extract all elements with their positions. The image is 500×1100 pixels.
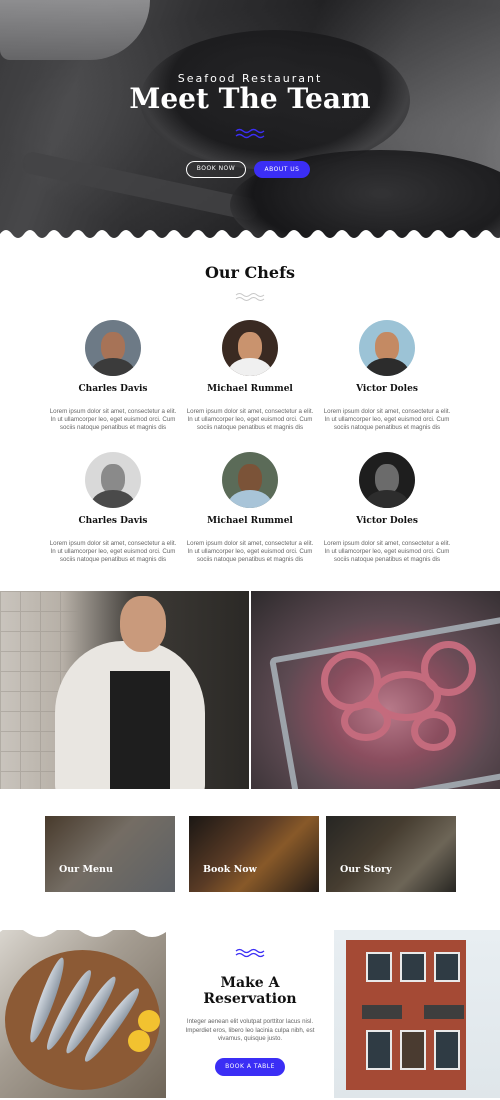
chef-avatar: [85, 452, 141, 508]
chef-bio: Lorem ipsum dolor sit amet, consectetur …: [186, 540, 314, 563]
about-us-button[interactable]: ABOUT US: [254, 161, 310, 178]
chef-name: Victor Doles: [356, 384, 418, 394]
book-now-card[interactable]: Book Now: [189, 816, 319, 892]
our-menu-card[interactable]: Our Menu: [45, 816, 175, 892]
chef-bio: Lorem ipsum dolor sit amet, consectetur …: [323, 408, 451, 431]
chef-avatar: [85, 320, 141, 376]
chef-bio: Lorem ipsum dolor sit amet, consectetur …: [323, 540, 451, 563]
chef-avatar: [359, 452, 415, 508]
chef-cooking-photo: [0, 591, 249, 789]
chef-card: Charles Davis Lorem ipsum dolor sit amet…: [48, 452, 178, 564]
book-a-table-button[interactable]: BOOK A TABLE: [215, 1058, 285, 1076]
wave-divider: [0, 230, 500, 246]
hero-title: Meet The Team: [129, 82, 371, 115]
wave-icon: [235, 128, 265, 139]
reservation-title-line1: Make A: [220, 975, 280, 991]
chef-bio: Lorem ipsum dolor sit amet, consectetur …: [186, 408, 314, 431]
reservation-title-line2: Reservation: [203, 991, 297, 1007]
chefs-section-title: Our Chefs: [204, 263, 295, 282]
octopus-photo: [251, 591, 500, 789]
chef-name: Victor Doles: [356, 516, 418, 526]
chef-card: Charles Davis Lorem ipsum dolor sit amet…: [48, 320, 178, 432]
chef-avatar: [359, 320, 415, 376]
wave-icon: [235, 948, 265, 958]
chef-bio: Lorem ipsum dolor sit amet, consectetur …: [49, 540, 177, 563]
fish-board-photo: [0, 930, 166, 1098]
restaurant-building-photo: [334, 930, 500, 1098]
chef-name: Michael Rummel: [207, 516, 293, 526]
wave-icon: [235, 293, 265, 301]
chef-name: Michael Rummel: [207, 384, 293, 394]
our-story-label: Our Story: [340, 864, 392, 875]
book-now-label: Book Now: [203, 864, 257, 875]
hero-overlay: [0, 0, 500, 240]
chef-card: Victor Doles Lorem ipsum dolor sit amet,…: [322, 452, 452, 564]
chef-card: Michael Rummel Lorem ipsum dolor sit ame…: [185, 452, 315, 564]
reservation-text: Integer aenean elit volutpat porttitor l…: [185, 1018, 315, 1042]
chef-bio: Lorem ipsum dolor sit amet, consectetur …: [49, 408, 177, 431]
our-story-card[interactable]: Our Story: [326, 816, 456, 892]
wave-divider: [0, 926, 166, 937]
chef-avatar: [222, 320, 278, 376]
chef-name: Charles Davis: [78, 384, 148, 394]
reservation-title: Make A Reservation: [166, 975, 334, 1007]
hero-section: Seafood Restaurant Meet The Team BOOK NO…: [0, 0, 500, 240]
chef-card: Victor Doles Lorem ipsum dolor sit amet,…: [322, 320, 452, 432]
chef-card: Michael Rummel Lorem ipsum dolor sit ame…: [185, 320, 315, 432]
chef-name: Charles Davis: [78, 516, 148, 526]
chef-avatar: [222, 452, 278, 508]
our-menu-label: Our Menu: [59, 864, 113, 875]
book-now-button[interactable]: BOOK NOW: [186, 161, 246, 178]
